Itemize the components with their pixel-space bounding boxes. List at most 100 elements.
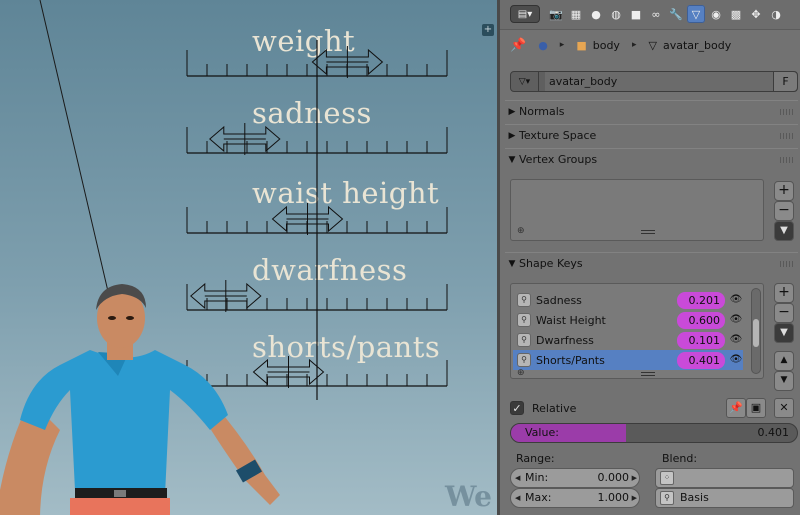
shape-key-row[interactable]: ⚲ Dwarfness 0.101 👁 <box>513 330 743 350</box>
relative-label: Relative <box>532 401 577 415</box>
move-down-button[interactable]: ▼ <box>774 371 794 391</box>
expanded-arrow-icon: ▼ <box>508 258 516 269</box>
range-label: Range: <box>516 452 555 465</box>
modifiers-icon[interactable]: 🔧 <box>667 5 685 23</box>
eye-icon[interactable]: 👁 <box>729 333 743 347</box>
scene-icon-small: ● <box>538 38 548 52</box>
physics-icon[interactable]: ◑ <box>767 5 785 23</box>
shape-key-value[interactable]: 0.201 <box>677 291 725 309</box>
vertex-group-icon: ⁘ <box>660 471 674 485</box>
material-icon[interactable]: ◉ <box>707 5 725 23</box>
breadcrumb-mesh[interactable]: avatar_body <box>663 39 731 52</box>
vertex-groups-panel-header[interactable]: ▼ Vertex Groups <box>505 148 798 170</box>
shape-key-row[interactable]: ⚲ Sadness 0.201 👁 <box>513 290 743 310</box>
breadcrumb-object[interactable]: body <box>593 39 620 52</box>
mesh-datablock-selector[interactable]: ▽▾ avatar_body F <box>510 71 798 92</box>
relative-key-name: Basis <box>680 491 709 504</box>
collapsed-arrow-icon: ▶ <box>508 106 516 117</box>
properties-panel: ▤▾ 📷 ▦ ● ◍ ■ ∞ 🔧 ▽ ◉ ▩ ✥ ◑ 📌 ● ▸ ■ body … <box>497 0 800 515</box>
min-field[interactable]: ◀ Min: 0.000 ▶ <box>510 468 640 488</box>
shape-key-name: Dwarfness <box>536 333 594 347</box>
shape-value-slider[interactable]: Value: 0.401 <box>510 423 798 443</box>
shape-key-list[interactable]: ⚲ Sadness 0.201 👁 ⚲ Waist Height 0.600 👁… <box>510 283 764 379</box>
remove-vertex-group-button[interactable]: − <box>774 201 794 221</box>
list-filter-icon[interactable]: ⊕ <box>517 368 525 378</box>
data-icon[interactable]: ▽ <box>687 5 705 23</box>
move-up-button[interactable]: ▲ <box>774 351 794 371</box>
3d-viewport[interactable]: weight sadness waist height dwarfness sh… <box>0 0 497 515</box>
fake-user-button[interactable]: F <box>773 72 797 91</box>
vertex-group-list[interactable]: ⊕ <box>510 179 764 241</box>
scene-icon[interactable]: ● <box>587 5 605 23</box>
editor-type-icon[interactable]: ▤▾ <box>510 5 540 23</box>
list-filter-icon[interactable]: ⊕ <box>517 226 525 236</box>
eye-icon[interactable]: 👁 <box>729 313 743 327</box>
normals-label: Normals <box>519 105 565 118</box>
pin-shape-icon[interactable]: 📌 <box>726 398 746 418</box>
shape-key-value[interactable]: 0.401 <box>677 351 725 369</box>
drag-grip-icon[interactable] <box>780 109 794 115</box>
value-number: 0.401 <box>757 426 790 439</box>
relative-toggle-row: ✓ Relative 📌 ▣ ✕ <box>510 398 798 418</box>
max-label: Max: <box>525 491 552 504</box>
mesh-name-field[interactable]: avatar_body <box>545 72 773 91</box>
scrollbar-thumb[interactable] <box>753 319 759 347</box>
shape-keys-label: Shape Keys <box>519 257 583 270</box>
increment-arrow-icon[interactable]: ▶ <box>632 489 637 507</box>
decrement-arrow-icon[interactable]: ◀ <box>515 469 520 487</box>
particles-icon[interactable]: ✥ <box>747 5 765 23</box>
shape-key-name: Shorts/Pants <box>536 353 605 367</box>
object-cube-icon: ■ <box>576 38 587 52</box>
expanded-arrow-icon: ▼ <box>508 154 516 165</box>
shape-key-icon: ⚲ <box>517 293 531 307</box>
vertex-group-specials-button[interactable]: ▼ <box>774 221 794 241</box>
shape-key-specials-button[interactable]: ▼ <box>774 323 794 343</box>
list-resize-handle[interactable] <box>641 230 655 234</box>
shape-key-value[interactable]: 0.101 <box>677 331 725 349</box>
min-value: 0.000 <box>597 471 630 484</box>
collapsed-arrow-icon: ▶ <box>508 130 516 141</box>
decrement-arrow-icon[interactable]: ◀ <box>515 489 520 507</box>
min-label: Min: <box>525 471 549 484</box>
drag-grip-icon[interactable] <box>780 261 794 267</box>
watermark-text: We <box>445 480 492 513</box>
shape-keys-panel-header[interactable]: ▼ Shape Keys <box>505 252 798 274</box>
shape-key-value[interactable]: 0.600 <box>677 311 725 329</box>
shape-key-row[interactable]: ⚲ Waist Height 0.600 👁 <box>513 310 743 330</box>
add-vertex-group-button[interactable]: + <box>774 181 794 201</box>
shape-key-scrollbar[interactable] <box>751 288 761 374</box>
chevron-right-icon: ▸ <box>559 40 565 50</box>
render-layers-icon[interactable]: ▦ <box>567 5 585 23</box>
add-shape-key-button[interactable]: + <box>774 283 794 303</box>
constraints-icon[interactable]: ∞ <box>647 5 665 23</box>
drag-grip-icon[interactable] <box>780 157 794 163</box>
increment-arrow-icon[interactable]: ▶ <box>632 469 637 487</box>
chevron-right-icon: ▸ <box>631 40 637 50</box>
remove-shape-key-button[interactable]: − <box>774 303 794 323</box>
viewport-expand-button[interactable]: + <box>482 24 494 36</box>
texture-space-panel-header[interactable]: ▶ Texture Space <box>505 124 798 146</box>
object-icon[interactable]: ■ <box>627 5 645 23</box>
relative-key-field[interactable]: ⚲ Basis <box>655 488 794 508</box>
eye-icon[interactable]: 👁 <box>729 353 743 367</box>
blend-label: Blend: <box>662 452 698 465</box>
vertex-group-blend-field[interactable]: ⁘ <box>655 468 794 488</box>
eye-icon[interactable]: 👁 <box>729 293 743 307</box>
list-resize-handle[interactable] <box>641 372 655 376</box>
pin-icon[interactable]: 📌 <box>510 38 526 53</box>
shape-key-row-selected[interactable]: ⚲ Shorts/Pants 0.401 👁 <box>513 350 743 370</box>
texture-icon[interactable]: ▩ <box>727 5 745 23</box>
drag-grip-icon[interactable] <box>780 133 794 139</box>
relative-checkbox[interactable]: ✓ <box>510 401 524 415</box>
shape-key-name: Sadness <box>536 293 582 307</box>
render-icon[interactable]: 📷 <box>547 5 565 23</box>
mesh-browse-icon[interactable]: ▽▾ <box>511 72 539 91</box>
world-icon[interactable]: ◍ <box>607 5 625 23</box>
edit-mode-shape-icon[interactable]: ▣ <box>746 398 766 418</box>
avatar-figure[interactable] <box>0 280 300 515</box>
breadcrumb: 📌 ● ▸ ■ body ▸ ▽ avatar_body <box>510 34 731 56</box>
normals-panel-header[interactable]: ▶ Normals <box>505 100 798 122</box>
clear-weights-icon[interactable]: ✕ <box>774 398 794 418</box>
max-field[interactable]: ◀ Max: 1.000 ▶ <box>510 488 640 508</box>
max-value: 1.000 <box>597 491 630 504</box>
